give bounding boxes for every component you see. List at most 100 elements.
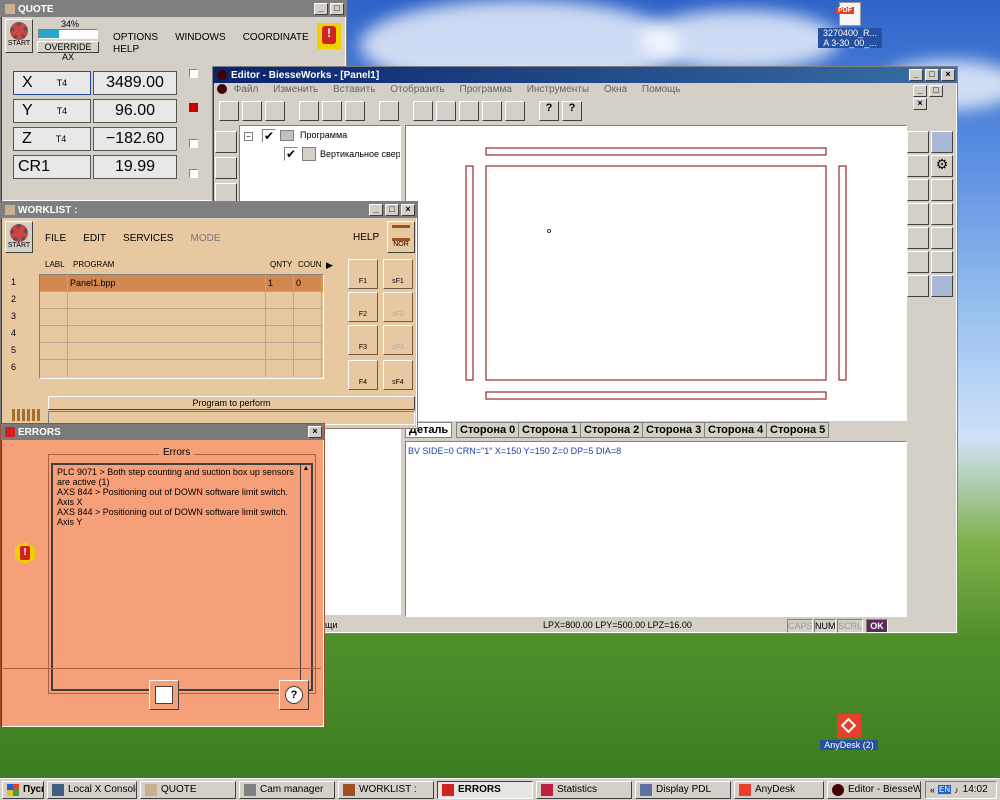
tree-collapse-toggle[interactable]: − xyxy=(244,132,253,141)
close-button[interactable]: × xyxy=(941,69,955,81)
zoom-out-icon[interactable] xyxy=(459,101,479,121)
f3-button[interactable]: F3 xyxy=(348,325,378,355)
code-editor[interactable]: BV SIDE=0 CRN="1" X=150 Y=150 Z=0 DP=5 D… xyxy=(405,441,907,617)
acknowledge-button[interactable] xyxy=(149,680,179,710)
tool-r3[interactable] xyxy=(907,155,929,177)
menu-file[interactable]: Файл xyxy=(234,84,259,95)
menu-program[interactable]: Программа xyxy=(460,84,512,95)
fit-all-icon[interactable] xyxy=(505,101,525,121)
tool-r10[interactable] xyxy=(931,227,953,249)
tab-side-2[interactable]: Сторона 2 xyxy=(580,422,644,438)
quote-checkbox-1[interactable] xyxy=(189,69,198,78)
tool-r7[interactable] xyxy=(907,203,929,225)
mdi-close-button[interactable]: × xyxy=(913,98,927,110)
task-display-pdl[interactable]: Display PDL xyxy=(635,780,731,799)
error-list[interactable]: PLC 9071 > Both step counting and suctio… xyxy=(51,463,313,691)
tool-r2[interactable] xyxy=(931,131,953,153)
menu-mode[interactable]: MODE xyxy=(190,233,220,244)
tool-r6[interactable] xyxy=(931,179,953,201)
tool-r11[interactable] xyxy=(907,251,929,273)
mdi-restore-button[interactable]: □ xyxy=(929,85,943,97)
quote-alert-icon[interactable]: ! xyxy=(317,23,341,49)
tool-r5[interactable] xyxy=(907,179,929,201)
pointer-icon[interactable] xyxy=(413,101,433,121)
tree-root-checkbox[interactable]: ✔ xyxy=(262,129,276,143)
table-row[interactable] xyxy=(40,292,323,309)
menu-windows[interactable]: Окна xyxy=(604,84,627,95)
minimize-button[interactable]: _ xyxy=(314,3,328,15)
close-button[interactable]: × xyxy=(401,204,415,216)
task-worklist[interactable]: WORKLIST : xyxy=(338,780,434,799)
menu-insert[interactable]: Вставить xyxy=(333,84,375,95)
speaker-icon[interactable]: ♪ xyxy=(954,785,959,795)
tool-r9[interactable] xyxy=(907,227,929,249)
copy-icon[interactable] xyxy=(322,101,342,121)
drawing-canvas[interactable] xyxy=(405,125,907,421)
menu-options[interactable]: OPTIONS xyxy=(113,32,158,43)
quote-start-button[interactable]: START xyxy=(5,19,33,53)
quote-checkbox-3[interactable] xyxy=(189,169,198,178)
menu-edit[interactable]: Изменить xyxy=(273,84,318,95)
pdf-desktop-icon[interactable]: PDF 3270400_R... A 3-30_00_... xyxy=(818,2,882,52)
minimize-button[interactable]: _ xyxy=(909,69,923,81)
sf1-button[interactable]: sF1 xyxy=(383,259,413,289)
open-folder-icon[interactable] xyxy=(242,101,262,121)
tool-r14[interactable] xyxy=(931,275,953,297)
error-list-scrollbar[interactable]: ▲ ▼ xyxy=(300,465,311,689)
maximize-button[interactable]: □ xyxy=(925,69,939,81)
table-row[interactable] xyxy=(40,343,323,360)
menu-view[interactable]: Отобразить xyxy=(390,84,445,95)
tool-r12[interactable] xyxy=(931,251,953,273)
f4-button[interactable]: F4 xyxy=(348,360,378,390)
tray-arrow-icon[interactable]: « xyxy=(930,785,935,795)
task-editor[interactable]: Editor - BiesseW... xyxy=(827,780,921,799)
nor-button[interactable]: NOR xyxy=(387,221,415,253)
task-cam-manager[interactable]: Cam manager xyxy=(239,780,335,799)
task-anydesk[interactable]: AnyDesk xyxy=(734,780,824,799)
zoom-in-icon[interactable] xyxy=(436,101,456,121)
tool-side-1[interactable] xyxy=(215,131,237,153)
menu-coordinate[interactable]: COORDINATE xyxy=(243,32,309,43)
worklist-start-button[interactable]: START xyxy=(5,221,33,253)
cut-icon[interactable] xyxy=(299,101,319,121)
paste-icon[interactable] xyxy=(345,101,365,121)
table-row[interactable] xyxy=(40,360,323,377)
help-icon[interactable]: ? xyxy=(539,101,559,121)
task-local-x-console[interactable]: Local X Console xyxy=(47,780,137,799)
table-row[interactable] xyxy=(40,309,323,326)
menu-file[interactable]: FILE xyxy=(45,233,66,244)
menu-services[interactable]: SERVICES xyxy=(123,233,173,244)
tab-side-0[interactable]: Сторона 0 xyxy=(456,422,520,438)
menu-help[interactable]: HELP xyxy=(113,44,139,55)
sf4-button[interactable]: sF4 xyxy=(383,360,413,390)
tree-child-checkbox[interactable]: ✔ xyxy=(284,147,298,161)
fit-view-icon[interactable] xyxy=(482,101,502,121)
maximize-button[interactable]: □ xyxy=(385,204,399,216)
new-file-icon[interactable] xyxy=(219,101,239,121)
f1-button[interactable]: F1 xyxy=(348,259,378,289)
mdi-minimize-button[interactable]: _ xyxy=(913,85,927,97)
scroll-up-icon[interactable]: ▲ xyxy=(301,465,311,472)
task-errors[interactable]: ERRORS xyxy=(437,780,533,799)
start-button[interactable]: Пуск xyxy=(2,780,44,799)
minimize-button[interactable]: _ xyxy=(369,204,383,216)
tab-side-4[interactable]: Сторона 4 xyxy=(704,422,768,438)
anydesk-desktop-icon[interactable]: AnyDesk (2) xyxy=(820,714,878,756)
tool-side-2[interactable] xyxy=(215,157,237,179)
tool-r8[interactable] xyxy=(931,203,953,225)
tab-side-3[interactable]: Сторона 3 xyxy=(642,422,706,438)
close-button[interactable]: × xyxy=(308,426,322,438)
tab-side-1[interactable]: Сторона 1 xyxy=(518,422,582,438)
task-quote[interactable]: QUOTE xyxy=(140,780,236,799)
tree-root-label[interactable]: Программа xyxy=(300,130,347,140)
help-button[interactable]: ? xyxy=(279,680,309,710)
f2-button[interactable]: F2 xyxy=(348,292,378,322)
print-icon[interactable] xyxy=(379,101,399,121)
menu-windows[interactable]: WINDOWS xyxy=(175,32,226,43)
quote-checkbox-2[interactable] xyxy=(189,139,198,148)
sf3-button[interactable]: sF3 xyxy=(383,325,413,355)
context-help-icon[interactable]: ? xyxy=(562,101,582,121)
override-ax-button[interactable]: OVERRIDE AX xyxy=(37,41,99,62)
menu-help[interactable]: Помощь xyxy=(642,84,681,95)
sf2-button[interactable]: sF2 xyxy=(383,292,413,322)
